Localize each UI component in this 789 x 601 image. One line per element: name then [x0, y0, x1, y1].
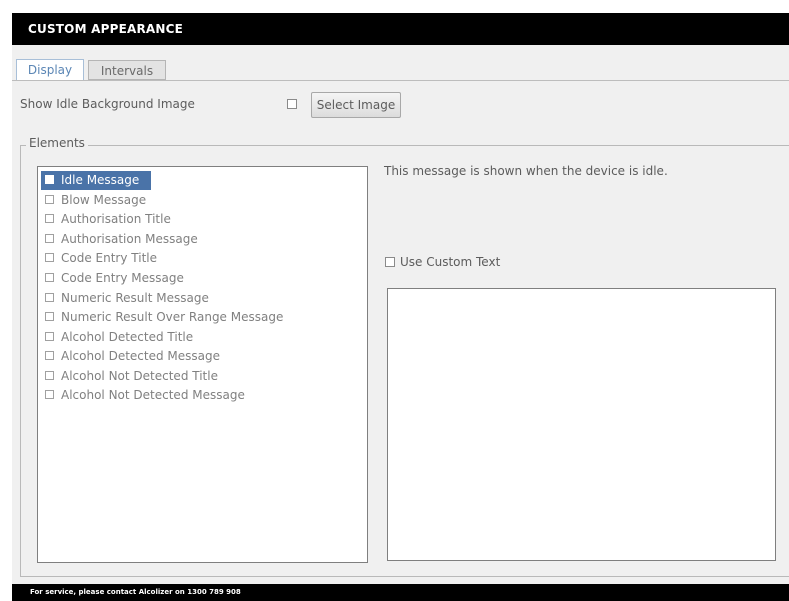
list-item-label: Code Entry Message: [61, 271, 184, 285]
tab-divider: [12, 80, 789, 81]
list-item-label: Alcohol Not Detected Message: [61, 388, 245, 402]
use-custom-text-label: Use Custom Text: [400, 255, 501, 269]
elements-list[interactable]: Idle Message Blow Message Authorisation …: [37, 166, 368, 563]
select-image-button[interactable]: Select Image: [311, 92, 401, 118]
list-item-code-entry-title[interactable]: Code Entry Title: [41, 249, 157, 268]
checkbox-icon[interactable]: [45, 195, 54, 204]
title-bar: CUSTOM APPEARANCE: [12, 13, 789, 45]
checkbox-icon[interactable]: [45, 293, 54, 302]
list-item-numeric-result-over-range-message[interactable]: Numeric Result Over Range Message: [41, 308, 283, 327]
list-item-idle-message[interactable]: Idle Message: [41, 171, 151, 190]
use-custom-text-checkbox[interactable]: [385, 257, 395, 267]
checkbox-icon[interactable]: [45, 234, 54, 243]
list-item-label: Code Entry Title: [61, 251, 157, 265]
list-item-numeric-result-message[interactable]: Numeric Result Message: [41, 289, 209, 308]
elements-group-legend: Elements: [26, 136, 88, 150]
list-item-label: Numeric Result Message: [61, 291, 209, 305]
idle-background-checkbox[interactable]: [287, 99, 297, 109]
checkbox-icon[interactable]: [45, 253, 54, 262]
tab-intervals[interactable]: Intervals: [88, 60, 166, 80]
custom-appearance-window: CUSTOM APPEARANCE Display Intervals Show…: [0, 0, 789, 601]
list-item-alcohol-detected-title[interactable]: Alcohol Detected Title: [41, 328, 193, 347]
element-description: This message is shown when the device is…: [384, 164, 668, 178]
checkbox-icon[interactable]: [45, 312, 54, 321]
custom-text-area[interactable]: [387, 288, 776, 561]
checkbox-icon[interactable]: [45, 175, 54, 184]
list-item-authorisation-message[interactable]: Authorisation Message: [41, 230, 198, 249]
service-contact-text: For service, please contact Alcolizer on…: [30, 588, 241, 596]
list-item-label: Alcohol Not Detected Title: [61, 369, 218, 383]
list-item-label: Authorisation Message: [61, 232, 198, 246]
list-item-blow-message[interactable]: Blow Message: [41, 191, 146, 210]
checkbox-icon[interactable]: [45, 273, 54, 282]
list-item-alcohol-detected-message[interactable]: Alcohol Detected Message: [41, 347, 220, 366]
list-item-label: Idle Message: [61, 173, 140, 187]
checkbox-icon[interactable]: [45, 351, 54, 360]
window-title: CUSTOM APPEARANCE: [28, 22, 184, 36]
list-item-label: Authorisation Title: [61, 212, 171, 226]
list-item-alcohol-not-detected-title[interactable]: Alcohol Not Detected Title: [41, 367, 218, 386]
idle-background-label: Show Idle Background Image: [20, 97, 195, 111]
checkbox-icon[interactable]: [45, 390, 54, 399]
list-item-label: Numeric Result Over Range Message: [61, 310, 284, 324]
footer-bar: For service, please contact Alcolizer on…: [12, 584, 789, 601]
checkbox-icon[interactable]: [45, 332, 54, 341]
tab-display[interactable]: Display: [16, 59, 84, 81]
list-item-label: Alcohol Detected Message: [61, 349, 220, 363]
list-item-label: Alcohol Detected Title: [61, 330, 194, 344]
checkbox-icon[interactable]: [45, 214, 54, 223]
list-item-label: Blow Message: [61, 193, 147, 207]
list-item-alcohol-not-detected-message[interactable]: Alcohol Not Detected Message: [41, 386, 245, 405]
list-item-code-entry-message[interactable]: Code Entry Message: [41, 269, 184, 288]
checkbox-icon[interactable]: [45, 371, 54, 380]
list-item-authorisation-title[interactable]: Authorisation Title: [41, 210, 171, 229]
